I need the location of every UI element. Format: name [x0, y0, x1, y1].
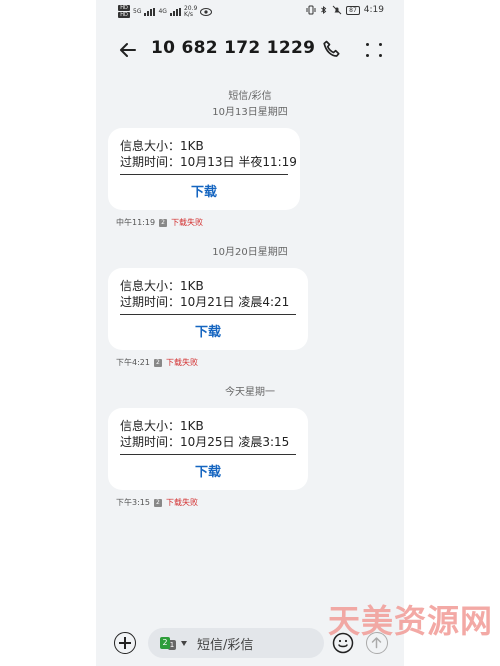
message-meta: 下午4:21 2 下载失败 [116, 357, 198, 368]
message-time: 中午11:19 [116, 218, 156, 227]
download-failed-status: 下载失败 [171, 218, 204, 227]
sim-badge-icon: 2 [153, 358, 162, 367]
message-meta: 中午11:19 2 下载失败 [116, 217, 203, 228]
sim-badge-icon: 2 [153, 498, 162, 507]
thread-type-label: 短信/彩信 [228, 91, 272, 102]
message-expiry: 过期时间：10月21日 凌晨4:21 [120, 295, 290, 309]
sim2-active-icon: 2 [160, 637, 170, 649]
net-speed-unit: K/s [183, 10, 194, 18]
download-button[interactable]: 下载 [120, 321, 296, 340]
mms-notification-bubble: 信息大小：1KB 过期时间：10月21日 凌晨4:21 下载 [108, 268, 308, 350]
message-size: 信息大小：1KB [120, 419, 204, 433]
conversation-header: 10 682 172 1229 [96, 30, 404, 70]
more-options-icon[interactable] [362, 38, 386, 62]
message-expiry: 过期时间：10月13日 半夜11:19 [120, 155, 297, 169]
net-speed: 20.9 K/s [183, 5, 197, 18]
phone-screen: HD HD 5G 4G 20.9 K/s 87 4:19 10 682 172 … [96, 0, 404, 666]
download-button[interactable]: 下载 [120, 461, 296, 480]
phone-call-icon[interactable] [320, 38, 344, 62]
status-time: 4:19 [363, 5, 384, 15]
bubble-divider [120, 454, 296, 455]
eye-icon [200, 7, 213, 16]
sim-selector[interactable]: 2 1 [160, 636, 187, 650]
message-size: 信息大小：1KB [120, 139, 204, 153]
download-failed-status: 下载失败 [165, 358, 198, 367]
message-size: 信息大小：1KB [120, 279, 204, 293]
download-failed-status: 下载失败 [165, 498, 198, 507]
status-bar: HD HD 5G 4G 20.9 K/s 87 4:19 [96, 0, 404, 24]
contact-number: 10 682 172 1229 [151, 38, 316, 58]
bluetooth-icon [321, 6, 327, 14]
sim2-hd-icon: HD [118, 12, 130, 18]
status-left: HD HD 5G 4G 20.9 K/s [118, 5, 213, 18]
vibrate-icon [306, 5, 316, 15]
message-expiry: 过期时间：10月25日 凌晨3:15 [120, 435, 290, 449]
mms-notification-bubble: 信息大小：1KB 过期时间：10月13日 半夜11:19 下载 [108, 128, 300, 210]
sim1-hd-icon: HD [118, 5, 130, 11]
date-separator: 今天星期一 [225, 387, 275, 398]
dropdown-caret-icon [181, 640, 187, 646]
battery-icon: 87 [346, 5, 360, 15]
mms-notification-bubble: 信息大小：1KB 过期时间：10月25日 凌晨3:15 下载 [108, 408, 308, 490]
message-input[interactable]: 2 1 短信/彩信 [148, 628, 324, 658]
signal-icon-2 [169, 7, 181, 16]
date-separator: 10月13日星期四 [212, 107, 288, 118]
message-time: 下午4:21 [116, 358, 150, 367]
sim-badge-icon: 2 [159, 218, 168, 227]
input-placeholder: 短信/彩信 [197, 637, 254, 653]
sim-indicators: HD HD [118, 5, 130, 18]
back-arrow-icon[interactable] [116, 38, 140, 62]
mute-bell-icon [332, 5, 342, 15]
bubble-divider [120, 314, 296, 315]
download-button[interactable]: 下载 [120, 181, 288, 200]
message-meta: 下午3:15 2 下载失败 [116, 497, 198, 508]
network-type-1: 5G [133, 8, 142, 15]
watermark-logo: 天美资源网 [328, 602, 494, 640]
status-right: 87 4:19 [306, 5, 384, 15]
message-time: 下午3:15 [116, 498, 150, 507]
network-type-2: 4G [158, 8, 167, 15]
bubble-divider [120, 174, 288, 175]
signal-icon-1 [144, 7, 156, 16]
date-separator: 10月20日星期四 [212, 247, 288, 258]
plus-icon[interactable] [114, 632, 136, 654]
